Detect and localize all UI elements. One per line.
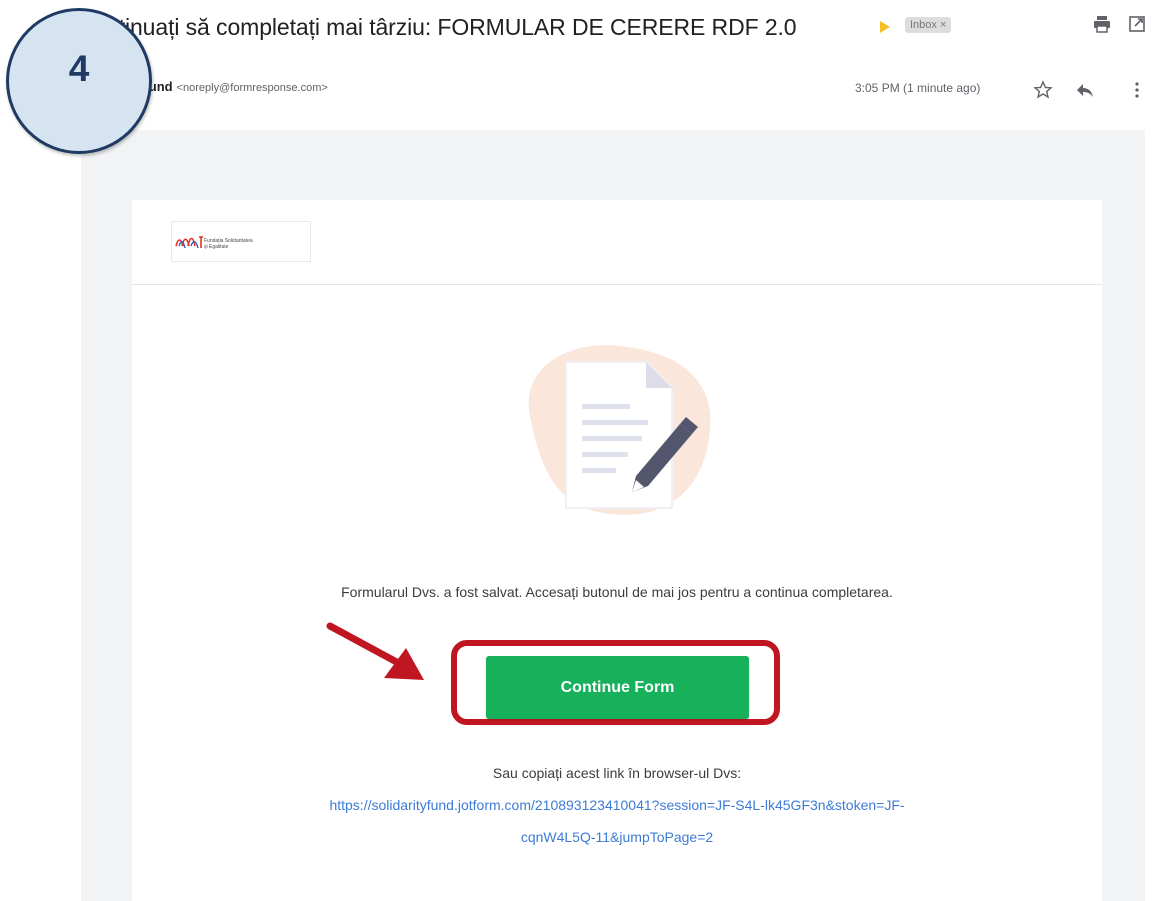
resume-link-line-1[interactable]: https://solidarityfund.jotform.com/21089… xyxy=(132,797,1102,813)
saved-message: Formularul Dvs. a fost salvat. Accesați … xyxy=(341,584,893,600)
continue-form-button[interactable]: Continue Form xyxy=(486,656,749,719)
annotation-arrow-icon xyxy=(326,622,424,680)
step-number: 4 xyxy=(68,48,90,89)
organization-logo-text: Fundația Solidaritatea și Egalitate xyxy=(204,238,253,250)
resume-link-line-2[interactable]: cqnW4L5Q-11&jumpToPage=2 xyxy=(132,829,1102,845)
copy-link-label: Sau copiați acest link în browser-ul Dvs… xyxy=(492,765,742,781)
email-subject: ntinuați să completați mai târziu: FORMU… xyxy=(106,14,797,40)
saved-form-illustration xyxy=(528,345,711,515)
importance-marker-icon[interactable] xyxy=(880,21,890,33)
print-icon[interactable] xyxy=(1092,14,1112,34)
logo-text-line-2: și Egalitate xyxy=(204,244,229,250)
card-divider xyxy=(132,284,1102,285)
open-in-new-window-icon[interactable] xyxy=(1127,14,1147,34)
sender-email: <noreply@formresponse.com> xyxy=(176,82,328,94)
reply-icon[interactable] xyxy=(1075,82,1095,98)
inbox-label-badge[interactable]: Inbox × xyxy=(905,17,952,33)
email-timestamp: 3:05 PM (1 minute ago) xyxy=(855,81,981,95)
star-icon[interactable] xyxy=(1033,80,1053,100)
logo-figures-icon xyxy=(175,236,203,249)
email-card xyxy=(132,200,1102,901)
more-vert-icon[interactable] xyxy=(1133,80,1141,100)
